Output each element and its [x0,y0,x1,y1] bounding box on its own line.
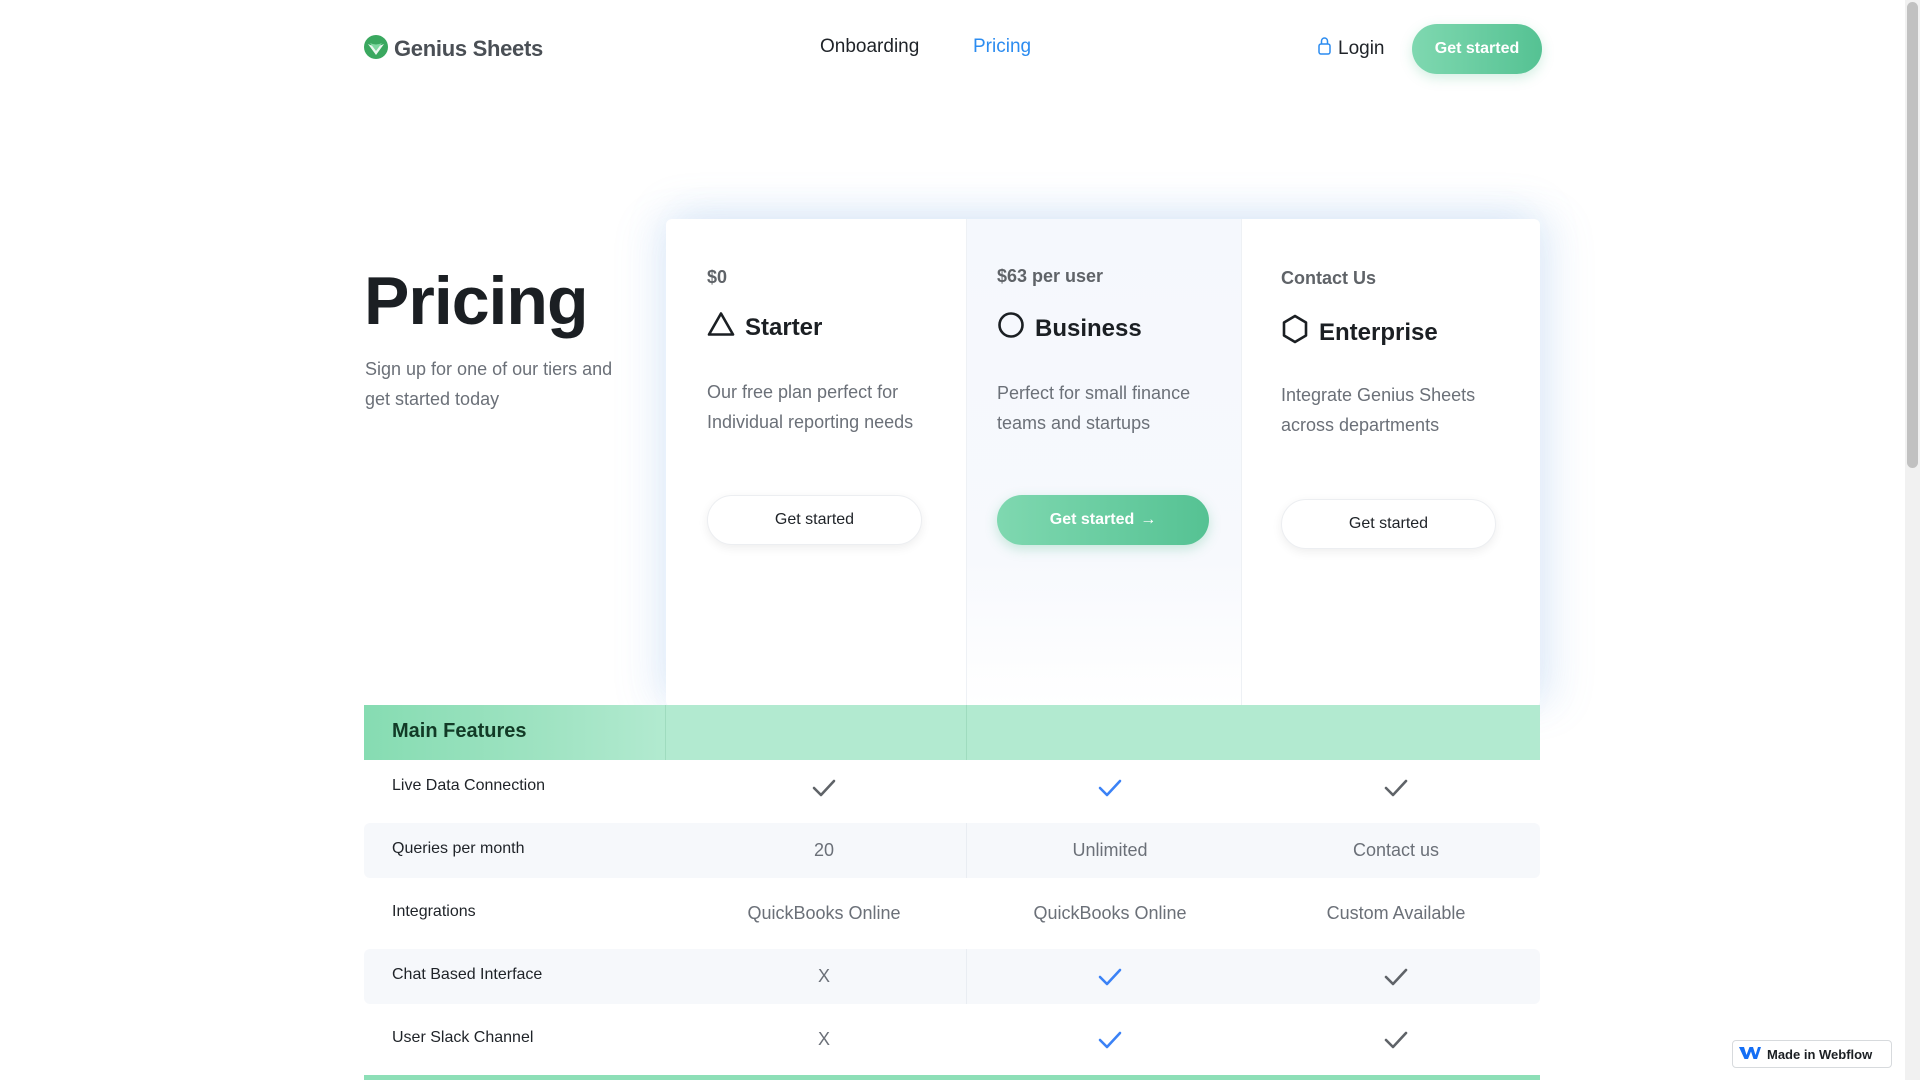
column-divider [966,705,967,760]
arrow-right-icon: → [1140,511,1157,528]
feature-name: Queries per month [392,840,525,857]
column-divider [665,705,666,760]
plan-description: Integrate Genius Sheets across departmen… [1281,385,1476,435]
plan-name: Enterprise [1319,318,1438,346]
lock-icon [1318,36,1331,61]
plan-enterprise: Contact Us Enterprise Integrate Genius S… [1240,219,1540,707]
plan-name: Starter [745,313,823,341]
plans-card: $0 Starter Our free plan perfect for Ind… [666,219,1540,707]
triangle-icon [707,311,735,344]
check-icon [966,1012,1254,1067]
webflow-logo-icon [1739,1046,1761,1063]
feature-value: Unlimited [1072,840,1148,860]
feature-value: X [817,1029,830,1049]
feature-value: Custom Available [1326,903,1466,923]
login-link[interactable]: Login [1318,36,1385,61]
feature-name: Chat Based Interface [392,966,543,983]
section-label: Main Features [392,720,527,742]
feature-value: QuickBooks Online [1033,903,1187,923]
check-icon [1252,1012,1540,1067]
feature-value: Contact us [1352,840,1440,860]
logo-text: Genius Sheets [394,36,543,61]
circle-icon [997,311,1025,346]
features-table: Main Features Live Data Connection Querie… [364,705,1540,1067]
login-label: Login [1338,37,1385,59]
feature-name: Integrations [392,903,476,920]
plan-description: Perfect for small finance teams and star… [997,383,1191,433]
page-subtitle: Sign up for one of our tiers and get sta… [365,359,613,409]
plan-price: $0 [707,267,728,287]
plan-description: Our free plan perfect for Individual rep… [707,382,914,432]
check-icon [1252,949,1540,1004]
starter-get-started-button[interactable]: Get started [707,495,922,545]
plan-title: Business [997,311,1142,346]
button-label: Get started [1049,511,1135,528]
check-icon [1252,760,1540,815]
header-get-started-button[interactable]: Get started [1412,24,1542,74]
page-scrollbar[interactable] [1905,0,1920,1080]
plan-name: Business [1035,314,1142,342]
scrollbar-thumb[interactable] [1907,2,1918,468]
feature-name: Live Data Connection [392,777,545,794]
logo[interactable]: Genius Sheets [363,34,543,65]
plan-business: $63 per user Business Perfect for small … [966,219,1242,707]
business-get-started-button[interactable]: Get started → [997,495,1209,545]
hexagon-icon [1281,314,1309,351]
feature-row: Integrations QuickBooks Online QuickBooks … [364,886,1540,941]
made-in-webflow-badge[interactable]: Made in Webflow [1732,1040,1892,1068]
feature-value: X [817,966,830,986]
plan-title: Starter [707,311,822,344]
check-icon [680,760,968,815]
feature-row: Queries per month 20 Unlimited Contact us [364,823,1540,878]
feature-value: QuickBooks Online [747,903,901,923]
features-section-header: Main Features [364,705,1540,760]
feature-row: Live Data Connection [364,760,1540,815]
nav-onboarding[interactable]: Onboarding [820,36,919,58]
next-section-header [364,1075,1540,1080]
enterprise-get-started-button[interactable]: Get started [1281,499,1496,549]
badge-label: Made in Webflow [1767,1046,1873,1062]
feature-value: 20 [813,840,835,860]
plan-starter: $0 Starter Our free plan perfect for Ind… [666,219,966,707]
plan-title: Enterprise [1281,314,1438,351]
page-title: Pricing [364,263,588,339]
nav-pricing[interactable]: Pricing [973,36,1031,58]
check-icon [966,949,1254,1004]
plan-price: $63 per user [997,266,1104,286]
feature-row: Chat Based Interface X [364,949,1540,1004]
feature-rows: Live Data Connection Queries per month 20 U… [364,760,1540,1067]
plan-price: Contact Us [1281,268,1377,288]
feature-row: User Slack Channel X [364,1012,1540,1067]
feature-name: User Slack Channel [392,1029,534,1046]
check-icon [966,760,1254,815]
logo-icon [363,34,389,65]
